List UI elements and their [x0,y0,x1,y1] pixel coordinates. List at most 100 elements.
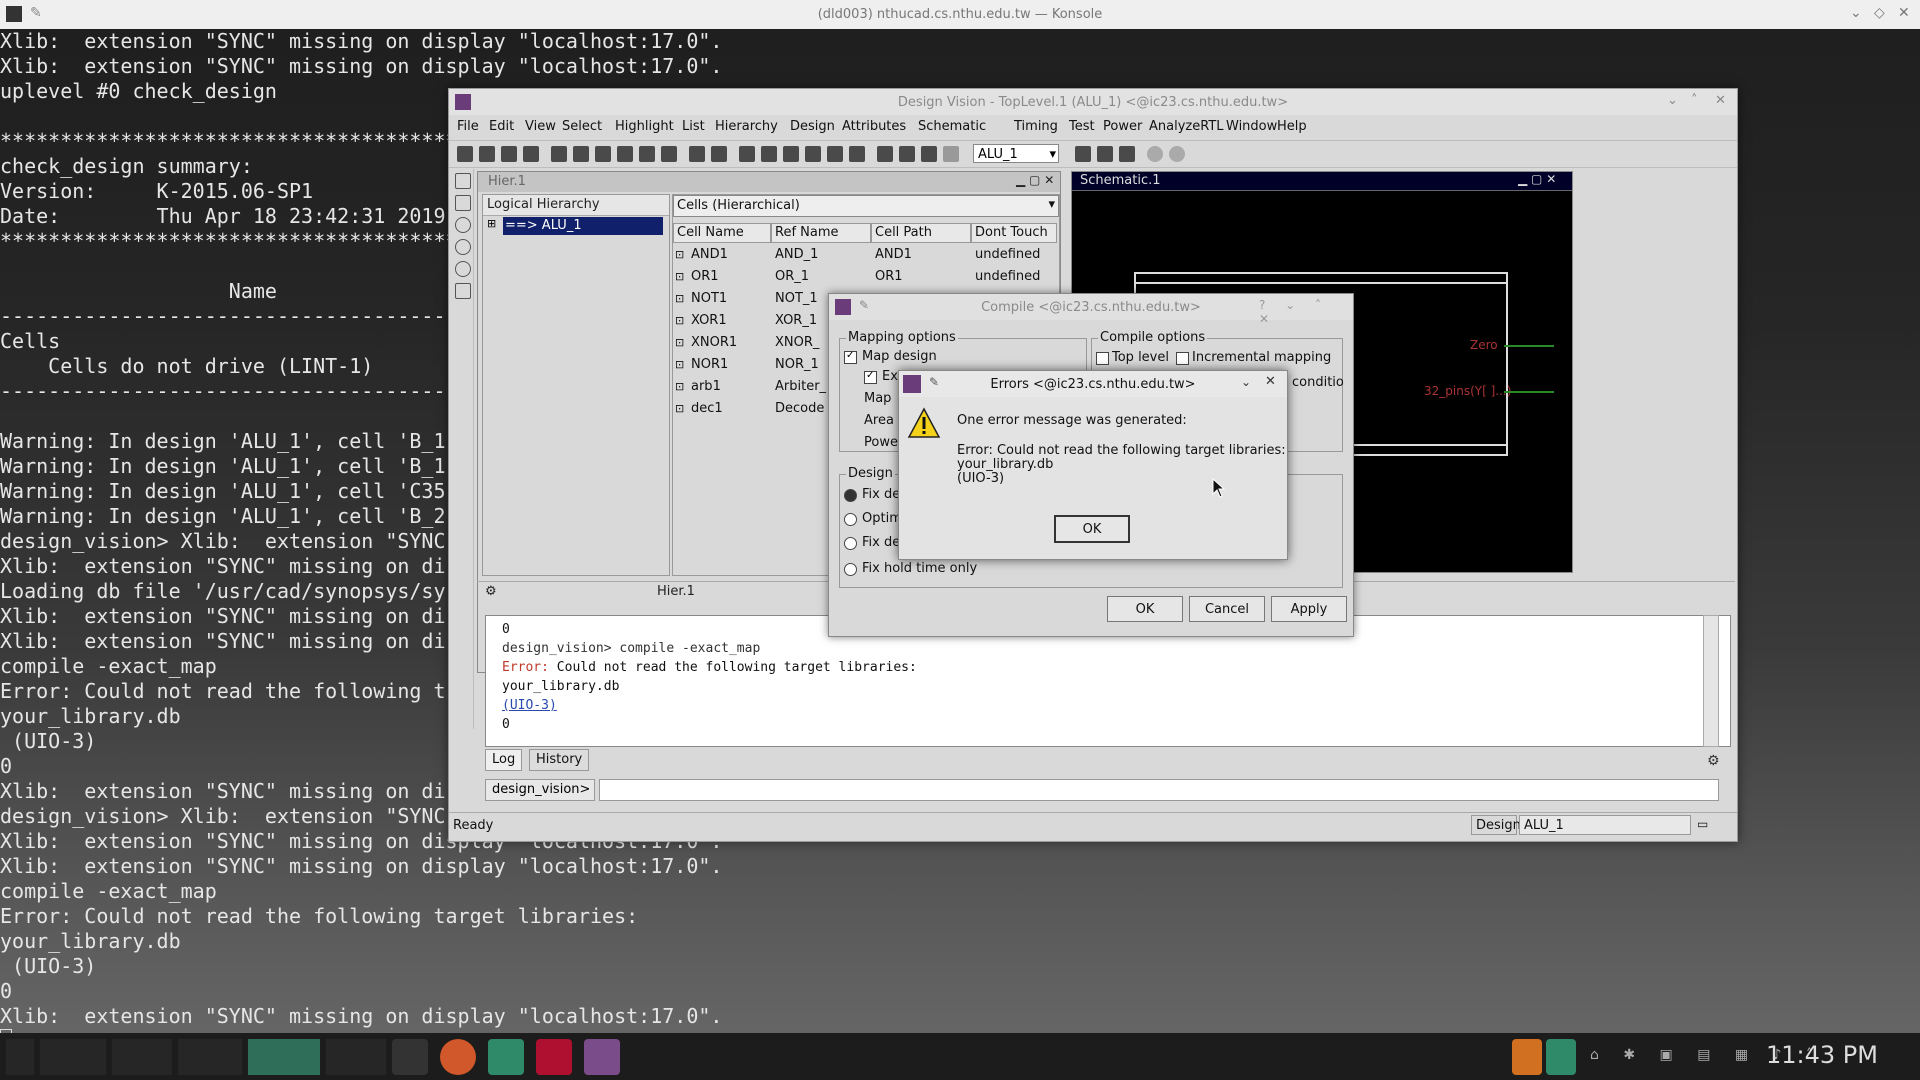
menu-attributes[interactable]: Attributes [842,119,906,134]
map-design-checkbox[interactable]: ✓ [844,350,857,364]
report-icon-4[interactable] [943,146,959,162]
log-scrollbar[interactable] [1703,615,1719,747]
log-error-code-link[interactable]: (UIO-3) [502,698,557,713]
dv-maximize-icon[interactable]: ˄ [1691,93,1698,108]
schematic-icon-6[interactable] [849,146,865,162]
dv-minimize-icon[interactable]: ⌄ [1667,93,1678,108]
menu-test[interactable]: Test [1069,119,1095,134]
menu-help[interactable]: Help [1277,119,1307,134]
fix-design-rules-only-radio[interactable] [844,537,857,550]
tool-icon-a[interactable] [1075,146,1091,162]
pin-icon[interactable]: ✎ [929,375,939,389]
info-icon[interactable] [455,217,471,233]
menu-power[interactable]: Power [1103,119,1142,134]
tool-icon-b[interactable] [1097,146,1113,162]
dv-close-icon[interactable]: ✕ [1715,93,1726,108]
folder-icon[interactable] [488,1039,524,1075]
pencil-icon[interactable] [455,195,471,211]
close-icon[interactable]: ✕ [1898,5,1910,21]
report-icon-2[interactable] [899,146,915,162]
design-vision-icon[interactable] [584,1039,620,1075]
open-icon[interactable] [457,146,473,162]
menu-hierarchy[interactable]: Hierarchy [715,119,778,134]
pin-wire-32[interactable] [1504,391,1554,393]
pin-icon[interactable]: ✎ [859,298,869,312]
maximize-icon[interactable]: ◇ [1874,5,1885,21]
desktop-pager-1[interactable] [40,1039,106,1075]
push-icon[interactable] [689,146,705,162]
menu-edit[interactable]: Edit [489,119,514,134]
menu-design[interactable]: Design [790,119,835,134]
table-row[interactable]: ⊡ OR1 OR_1 OR1 undefined [673,266,1057,288]
terminal-icon[interactable] [392,1039,428,1075]
menu-schematic[interactable]: Schematic [918,119,986,134]
expand-icon[interactable]: ⊞ [487,217,496,230]
top-level-checkbox[interactable] [1096,352,1109,365]
pane-window-controls[interactable]: ▁ ▢ ✕ [1016,173,1054,187]
schematic-icon-2[interactable] [761,146,777,162]
clock[interactable]: 11:43 PM [1766,1041,1878,1069]
zoom-fit-icon[interactable] [551,146,567,162]
pointer-icon[interactable] [455,173,471,189]
report-icon-3[interactable] [921,146,937,162]
cells-view-combo[interactable]: Cells (Hierarchical) ▾ [673,195,1059,217]
command-input[interactable] [599,779,1719,801]
errors-collapse-icon[interactable]: ⌄ [1241,375,1251,389]
konsole-titlebar[interactable]: (dld003) nthucad.cs.nthu.edu.tw — Konsol… [0,0,1920,29]
print-icon[interactable] [501,146,517,162]
firefox-icon[interactable] [440,1039,476,1075]
schematic-title-bar[interactable]: Schematic.1 ▁ ▢ ✕ [1072,172,1572,191]
pin-icon[interactable]: ✎ [30,5,42,21]
menu-timing[interactable]: Timing [1014,119,1058,134]
minimize-icon[interactable]: ⌄ [1850,5,1862,21]
pop-icon[interactable] [711,146,727,162]
schematic-icon-4[interactable] [805,146,821,162]
zoom-out-disabled-icon[interactable] [1169,146,1185,162]
schematic-icon-1[interactable] [739,146,755,162]
fix-design-rules-radio[interactable] [844,489,857,502]
hier-title-bar[interactable]: Hier.1 ▁ ▢ ✕ [478,172,1060,192]
pin-wire-zero[interactable] [1504,345,1554,347]
status-design-value-box[interactable]: ALU_1 [1519,815,1691,835]
tab-history[interactable]: History [529,749,590,771]
status-toggle-icon[interactable]: ▭ [1697,817,1708,831]
compile-apply-button[interactable]: Apply [1271,596,1347,622]
column-header[interactable]: Dont Touch [971,223,1057,243]
tool-icon-c[interactable] [1119,146,1135,162]
tray-icon-edit[interactable] [1512,1039,1542,1075]
pane-window-controls[interactable]: ▁ ▢ ✕ [1518,172,1556,186]
exact-map-checkbox[interactable]: ✓ [864,370,877,384]
menu-list[interactable]: List [682,119,705,134]
zoom-icon[interactable] [573,146,589,162]
compile-ok-button[interactable]: OK [1107,596,1183,622]
desktop-pager-4[interactable] [248,1039,320,1075]
menu-analyzertl[interactable]: AnalyzeRTL [1149,119,1224,134]
errors-titlebar[interactable]: Errors <@ic23.cs.nthu.edu.tw> [899,371,1287,397]
errors-ok-button[interactable]: OK [1054,515,1130,543]
zoom-in-icon[interactable] [595,146,611,162]
report-icon-1[interactable] [877,146,893,162]
design-combo[interactable]: ALU_1 ▾ [973,144,1059,163]
fix-hold-time-radio[interactable] [844,563,857,576]
compile-window-controls[interactable]: ? ⌄ ˄ ✕ [1259,298,1353,326]
incremental-mapping-checkbox[interactable] [1176,352,1189,365]
settings-gear-icon[interactable]: ⚙ [1707,753,1720,769]
desktop-pager-2[interactable] [112,1039,172,1075]
schematic-icon-3[interactable] [783,146,799,162]
desktop-pager-5[interactable] [326,1039,386,1075]
tray-icon-folder[interactable] [1546,1039,1576,1075]
zoom-box-icon[interactable] [639,146,655,162]
column-header[interactable]: Cell Path [871,223,971,243]
menu-select[interactable]: Select [562,119,602,134]
table-row[interactable]: ⊡ AND1 AND_1 AND1 undefined [673,244,1057,266]
dv-titlebar[interactable]: Design Vision - TopLevel.1 (ALU_1) <@ic2… [449,89,1737,115]
menu-window[interactable]: Window [1226,119,1277,134]
column-header[interactable]: Ref Name [771,223,871,243]
tree-item-alu[interactable]: ==> ALU_1 [503,217,663,235]
errors-close-icon[interactable]: ✕ [1265,374,1276,389]
desktop-pager-3[interactable] [178,1039,242,1075]
menu-highlight[interactable]: Highlight [615,119,674,134]
menu-view[interactable]: View [525,119,556,134]
app-icon-red[interactable] [536,1039,572,1075]
save-icon[interactable] [479,146,495,162]
